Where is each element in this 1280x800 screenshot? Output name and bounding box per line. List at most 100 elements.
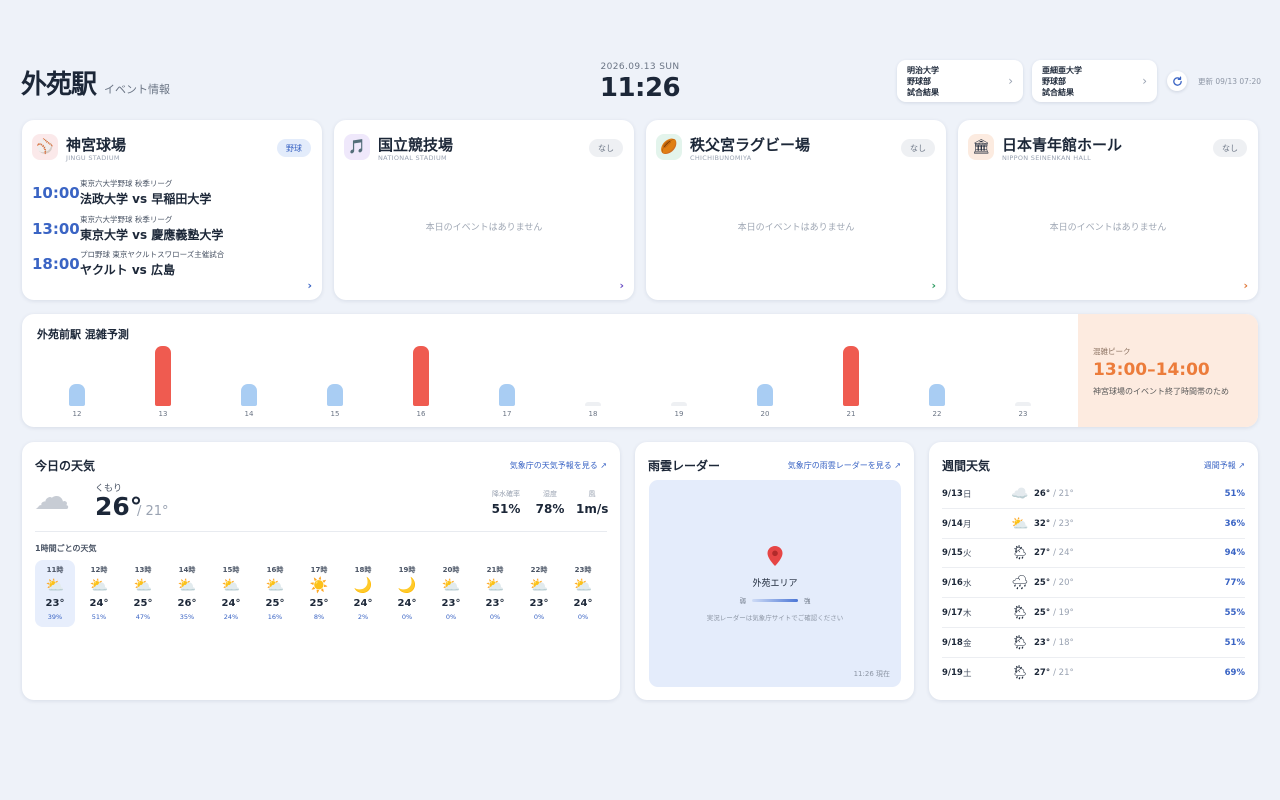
hour-time: 20時 [442, 566, 460, 574]
weather-icon: ⛅ [89, 576, 109, 594]
rain-probability: 降水確率 51% [488, 489, 524, 516]
weekly-forecast-link[interactable]: 週間予報 ↗ [1204, 460, 1245, 471]
result-line: 明治大学 [907, 65, 939, 75]
day-high-temp: 32° [1034, 518, 1051, 529]
hour-temperature: 23° [529, 598, 549, 609]
result-line: 亜細亜大学 [1042, 65, 1082, 75]
bar-hour-label: 16 [416, 410, 426, 418]
hourly-item: 16時 ⛅ 25° 16% [255, 560, 295, 627]
venue-icon: 🎵 [344, 134, 370, 160]
hour-temperature: 24° [221, 598, 241, 609]
congestion-bar [757, 383, 773, 406]
bar-hour-label: 21 [846, 410, 856, 418]
peak-note: 神宮球場のイベント終了時間帯のため [1093, 387, 1229, 396]
refresh-button[interactable] [1167, 71, 1187, 91]
day-low-temp: / 20° [1053, 578, 1074, 589]
event-match: 法政大学 vs 早稲田大学 [80, 192, 212, 206]
hour-time: 16時 [266, 566, 284, 574]
hour-time: 18時 [354, 566, 372, 574]
congestion-bar [929, 383, 945, 406]
congestion-bar [413, 346, 429, 406]
clock-time: 11:26 [599, 73, 681, 103]
congestion-title: 外苑前駅 混雑予測 [37, 328, 129, 341]
bar-column: 12 [34, 344, 120, 424]
venue-card[interactable]: 🎵 国立競技場 NATIONAL STADIUM なし 本日のイベントはありません › [334, 120, 634, 300]
stat-label: 湿度 [543, 490, 557, 498]
day-high-temp: 26° [1034, 489, 1051, 499]
bar-column: 23 [980, 344, 1066, 424]
chevron-right-icon[interactable]: › [1243, 279, 1248, 292]
event-row[interactable]: 18:00 プロ野球 東京ヤクルトスワローズ主催試合 ヤクルト vs 広島 [32, 249, 224, 278]
radar-note: 実況レーダーは気象庁サイトでご確認ください [706, 614, 844, 622]
chevron-right-icon[interactable]: › [307, 279, 312, 292]
congestion-bar [327, 383, 343, 406]
bar-hour-label: 22 [932, 410, 942, 418]
cloud-icon: ☁ [34, 477, 70, 518]
today-weather-card: 今日の天気 気象庁の天気予報を見る ↗ ☁ くもり 26° / 21° 降水確率… [22, 442, 620, 700]
jma-forecast-link[interactable]: 気象庁の天気予報を見る ↗ [510, 460, 607, 471]
hour-rain-probability: 24% [223, 613, 239, 621]
event-league: 東京六大学野球 秋季リーグ [80, 215, 173, 224]
hour-rain-probability: 39% [47, 613, 63, 621]
stat-label: 風 [588, 490, 596, 498]
day-high-temp: 25° [1034, 578, 1051, 589]
hour-rain-probability: 51% [91, 613, 107, 621]
weekly-weather-card: 週間天気 週間予報 ↗ 9/13 日 ☁️ 26°/ 21° 51% 9/14 月 ⛅ 32° /… [929, 442, 1258, 700]
congestion-forecast-card: 外苑前駅 混雑予測 12 13 14 15 16 17 18 19 20 21 22 23 混雑ピーク… [22, 314, 1258, 427]
day-of-week: 火 [963, 549, 972, 560]
updated-time: 更新 09/13 07:20 [1198, 77, 1261, 86]
venue-card[interactable]: ⚾ 神宮球場 JINGU STADIUM 野球 10:00 東京六大学野球 秋季リーグ 法政… [22, 120, 322, 300]
hourly-item: 23時 ⛅ 24° 0% [563, 560, 603, 627]
stat-label: 降水確率 [492, 490, 520, 498]
bar-column: 13 [120, 344, 206, 424]
bar-hour-label: 23 [1018, 410, 1028, 418]
empty-message: 本日のイベントはありません [737, 223, 855, 233]
event-league: 東京六大学野球 秋季リーグ [80, 179, 173, 188]
day-of-week: 水 [963, 579, 972, 590]
event-row[interactable]: 10:00 東京六大学野球 秋季リーグ 法政大学 vs 早稲田大学 [32, 178, 211, 207]
venue-card[interactable]: 🏉 秩父宮ラグビー場 CHICHIBUNOMIYA なし 本日のイベントはありません › [646, 120, 946, 300]
congestion-bar [69, 383, 85, 406]
bar-column: 21 [808, 344, 894, 424]
chevron-right-icon[interactable]: › [619, 279, 624, 292]
day-low-temp: / 24° [1053, 548, 1074, 559]
jma-radar-link[interactable]: 気象庁の雨雲レーダーを見る ↗ [788, 460, 901, 471]
event-time: 18:00 [32, 254, 80, 273]
chevron-right-icon[interactable]: › [931, 279, 936, 292]
day-date: 9/19 [942, 667, 963, 678]
day-high-temp: 23° [1034, 637, 1051, 648]
day-low-temp: / 23° [1053, 518, 1074, 529]
asia-results-button[interactable]: 亜細亜大学 野球部 試合結果 › [1032, 60, 1157, 102]
day-rain-probability: 94% [1224, 548, 1245, 559]
pin-icon [649, 545, 901, 572]
congestion-bar [1015, 402, 1031, 406]
day-rain-probability: 69% [1224, 667, 1245, 678]
hour-temperature: 24° [397, 598, 417, 609]
day-low-temp: / 21° [1053, 489, 1074, 499]
hour-temperature: 24° [89, 598, 109, 609]
low-temperature: / 21° [137, 504, 169, 519]
hour-rain-probability: 0% [577, 613, 589, 621]
congestion-bar [585, 402, 601, 406]
hourly-item: 19時 🌙 24° 0% [387, 560, 427, 627]
day-date: 9/18 [942, 637, 963, 648]
radar-map[interactable]: 外苑エリア 弱 強 実況レーダーは気象庁サイトでご確認ください 11:26 現在 [649, 480, 901, 687]
bar-column: 14 [206, 344, 292, 424]
venue-icon: 🏉 [656, 134, 682, 160]
venue-card[interactable]: 🏛 日本青年館ホール NIPPON SEINENKAN HALL なし 本日のイベントは… [958, 120, 1258, 300]
result-line: 試合結果 [1042, 87, 1074, 97]
weekly-row: 9/14 月 ⛅ 32°/ 23° 36% [942, 510, 1245, 539]
humidity: 湿度 78% [534, 489, 566, 516]
event-row[interactable]: 13:00 東京六大学野球 秋季リーグ 東京大学 vs 慶應義塾大学 [32, 214, 223, 243]
hour-time: 11時 [46, 566, 64, 574]
meiji-results-button[interactable]: 明治大学 野球部 試合結果 › [897, 60, 1023, 102]
weather-icon: ⛅ [133, 576, 153, 594]
bar-hour-label: 19 [674, 410, 684, 418]
hour-rain-probability: 0% [533, 613, 545, 621]
rain-radar-card: 雨雲レーダー 気象庁の雨雲レーダーを見る ↗ 外苑エリア 弱 強 実況レーダーは… [635, 442, 914, 700]
wind: 風 1m/s [576, 489, 608, 516]
hour-time: 21時 [486, 566, 504, 574]
day-date: 9/16 [942, 578, 963, 589]
divider [35, 531, 607, 532]
day-low-temp: / 19° [1053, 607, 1074, 618]
